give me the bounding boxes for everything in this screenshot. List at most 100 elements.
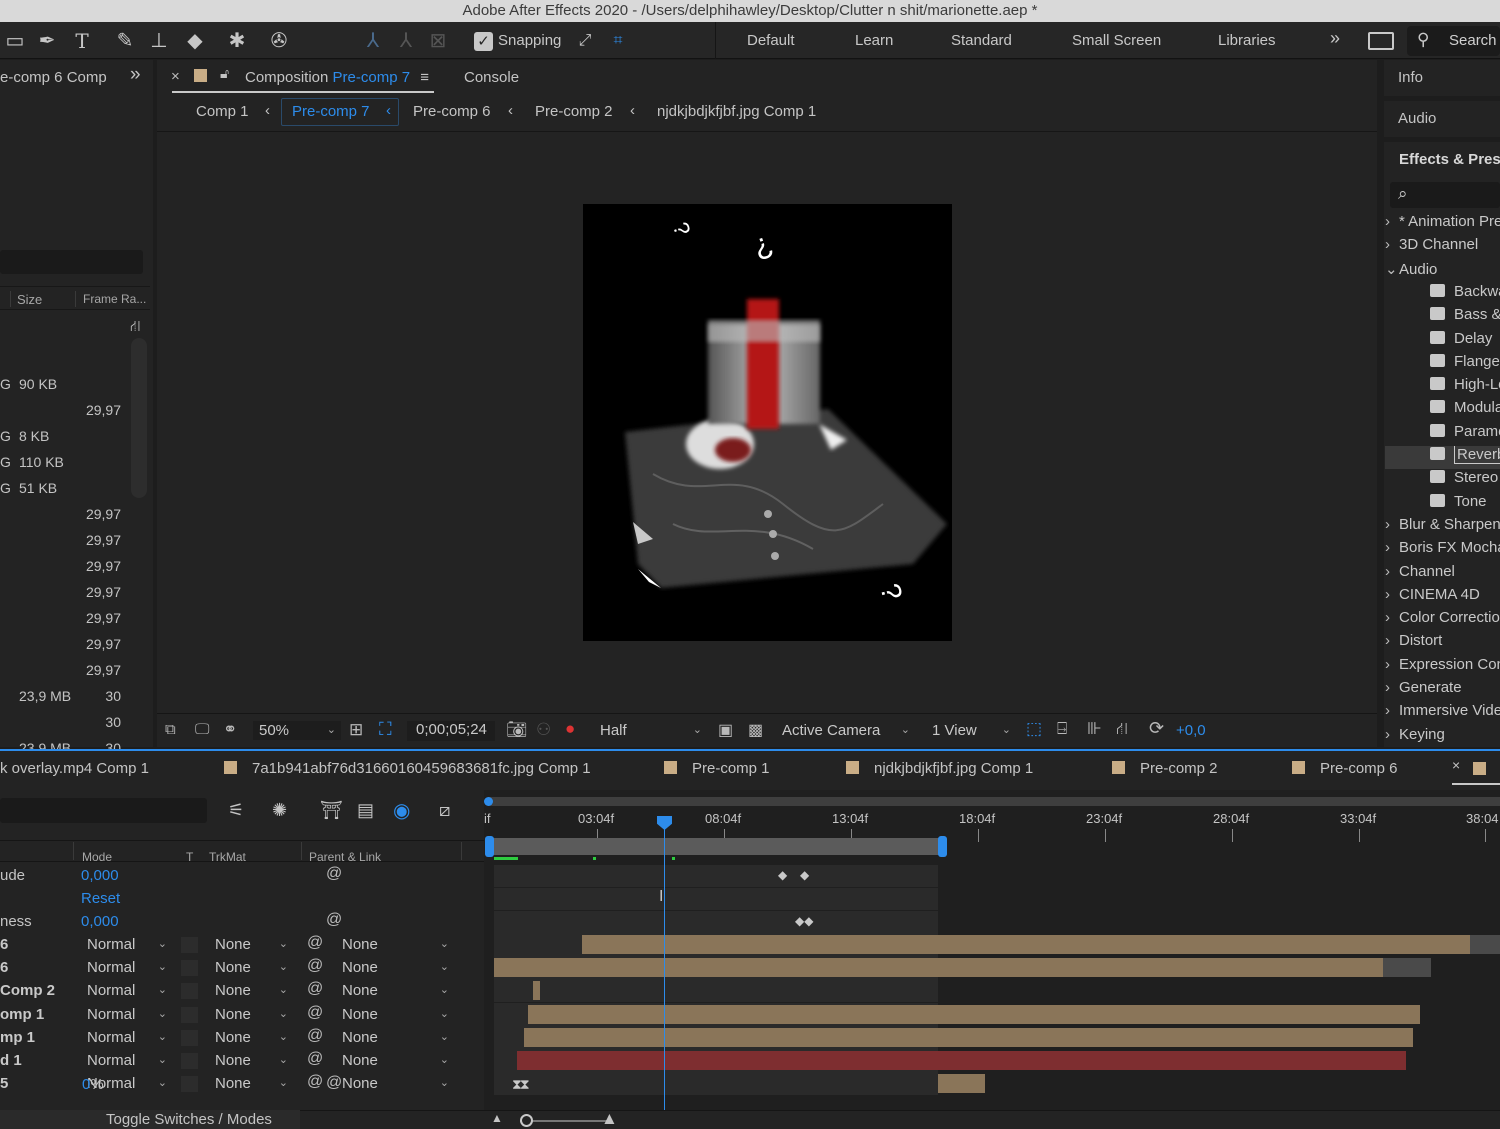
track-matte-select[interactable]: None ⌄: [207, 1051, 293, 1070]
effects-category[interactable]: › Boris FX Mocha: [1385, 539, 1500, 562]
local-axis-mode-icon[interactable]: ⅄: [360, 28, 386, 54]
work-area-start-handle[interactable]: [485, 836, 494, 857]
column-framerate[interactable]: Frame Ra...: [83, 292, 146, 306]
current-time-indicator[interactable]: [664, 820, 665, 1110]
fast-previews-icon[interactable]: ⍈: [1057, 719, 1067, 739]
view-axis-mode-icon[interactable]: ⊠: [425, 28, 451, 54]
preserve-transparency-toggle[interactable]: [181, 1053, 198, 1069]
snap-edges-icon[interactable]: ⤢: [572, 28, 598, 54]
effects-category[interactable]: › Distort: [1385, 632, 1500, 655]
effects-category[interactable]: › CINEMA 4D: [1385, 586, 1500, 609]
keyframe-pair-icon[interactable]: ⧗⧗: [512, 1076, 530, 1093]
preserve-transparency-toggle[interactable]: [181, 1029, 198, 1046]
column-size[interactable]: Size: [17, 292, 42, 307]
layer-row[interactable]: mp 1 Normal ⌄ None ⌄ @ None ⌄: [0, 1026, 484, 1049]
parent-pickwhip-icon[interactable]: @: [307, 980, 323, 998]
time-navigator[interactable]: [488, 797, 1500, 806]
effect-item[interactable]: Delay: [1385, 330, 1500, 353]
brush-tool-icon[interactable]: ✎: [112, 28, 138, 54]
column-parent-link[interactable]: Parent & Link: [309, 850, 381, 864]
project-item-row[interactable]: G 51 KB: [0, 476, 128, 502]
keyframe-icon[interactable]: ◆: [778, 868, 787, 882]
column-t[interactable]: T: [186, 850, 193, 864]
column-trkmat[interactable]: TrkMat: [209, 850, 246, 864]
exposure-value[interactable]: +0,0: [1176, 722, 1206, 739]
layer-duration-bar[interactable]: [524, 1027, 1413, 1047]
parent-pickwhip-icon[interactable]: @: [307, 934, 323, 952]
layer-row[interactable]: Comp 2 Normal ⌄ None ⌄ @ None ⌄: [0, 979, 484, 1002]
help-search-box[interactable]: ⚲ Search: [1407, 26, 1500, 56]
transparency-grid-icon[interactable]: ▩: [748, 720, 763, 740]
blend-mode-select[interactable]: Normal ⌄: [80, 1051, 172, 1070]
project-scrollbar[interactable]: [131, 338, 147, 498]
selection-rect-tool-icon[interactable]: ▭: [2, 28, 28, 54]
layer-duration-bar[interactable]: [533, 981, 540, 1001]
track-matte-select[interactable]: None ⌄: [207, 958, 293, 977]
monitor-icon[interactable]: 🖵︎: [195, 721, 209, 738]
work-area-end-handle[interactable]: [938, 836, 947, 857]
toggle-switches-modes-button[interactable]: Toggle Switches / Modes: [0, 1110, 300, 1129]
breadcrumb-pre-comp-6[interactable]: Pre-comp 6: [413, 103, 491, 120]
parent-select[interactable]: None ⌄: [334, 958, 454, 977]
timeline-tab[interactable]: 7a1b941abf76d31660160459683681fc.jpg Com…: [224, 760, 591, 777]
close-comp-tab-icon[interactable]: ×: [171, 68, 180, 85]
timeline-tab[interactable]: Pre-comp 6: [1292, 760, 1398, 777]
breadcrumb-pre-comp-2[interactable]: Pre-comp 2: [535, 103, 613, 120]
effects-category[interactable]: › Expression Controls: [1385, 656, 1500, 679]
show-snapshot-icon[interactable]: ⚇: [536, 720, 551, 740]
workspace-default[interactable]: Default: [747, 32, 795, 49]
toggle-pixel-aspect-icon[interactable]: ⬚: [1026, 719, 1042, 739]
motion-blur-icon[interactable]: ◉: [393, 798, 410, 823]
blend-mode-select[interactable]: Normal ⌄: [80, 1005, 172, 1024]
project-item-row[interactable]: G 8 KB: [0, 424, 128, 450]
info-panel[interactable]: Info: [1384, 60, 1500, 96]
property-value[interactable]: Reset: [81, 890, 120, 907]
effect-item[interactable]: Modulator: [1385, 399, 1500, 422]
composition-viewer[interactable]: ? ? ?: [583, 204, 952, 641]
panel-overflow-icon[interactable]: »: [130, 64, 141, 86]
parent-select[interactable]: None ⌄: [334, 935, 454, 954]
audio-panel[interactable]: Audio: [1384, 101, 1500, 137]
console-tab[interactable]: Console: [464, 69, 519, 86]
timeline-tab[interactable]: Pre-comp 2: [1112, 760, 1218, 777]
project-item-row[interactable]: 29,97: [0, 658, 128, 684]
effects-category[interactable]: › Color Correction: [1385, 609, 1500, 632]
panel-menu-icon[interactable]: ≡: [420, 69, 429, 86]
effects-category[interactable]: › Generate: [1385, 679, 1500, 702]
layer-row[interactable]: omp 1 Normal ⌄ None ⌄ @ None ⌄: [0, 1003, 484, 1026]
workspace-small-screen[interactable]: Small Screen: [1072, 32, 1161, 49]
resolution-select[interactable]: Half ⌄: [592, 721, 707, 740]
timeline-tab[interactable]: Pre-comp 1: [664, 760, 770, 777]
parent-pickwhip-icon[interactable]: @: [307, 957, 323, 975]
camera-view-select[interactable]: Active Camera ⌄: [775, 721, 915, 740]
keyframe-icon[interactable]: ◆◆: [795, 914, 813, 928]
parent-pickwhip-icon[interactable]: @: [307, 1027, 323, 1045]
expression-pickwhip-icon[interactable]: @: [326, 911, 342, 929]
workspace-standard[interactable]: Standard: [951, 32, 1012, 49]
zoom-out-icon[interactable]: ▲: [491, 1111, 503, 1125]
project-item-row[interactable]: 29,97: [0, 398, 128, 424]
mask-visibility-icon[interactable]: ⚭: [223, 720, 237, 740]
effect-item[interactable]: Reverb: [1385, 446, 1500, 469]
column-mode[interactable]: Mode: [82, 850, 112, 864]
preserve-transparency-toggle[interactable]: [181, 937, 198, 953]
effect-item[interactable]: Stereo Mixer: [1385, 469, 1500, 492]
parent-select[interactable]: None ⌄: [334, 1051, 454, 1070]
project-item-row[interactable]: G 90 KB: [0, 372, 128, 398]
effects-category[interactable]: ⌄Audio: [1385, 260, 1500, 283]
workspace-learn[interactable]: Learn: [855, 32, 893, 49]
effects-search-input[interactable]: ⌕: [1390, 182, 1500, 208]
track-matte-select[interactable]: None ⌄: [207, 1028, 293, 1047]
clone-stamp-tool-icon[interactable]: ⊥: [146, 28, 172, 54]
parent-select[interactable]: None ⌄: [334, 1074, 454, 1093]
blend-mode-select[interactable]: Normal ⌄: [80, 935, 172, 954]
project-tab-label[interactable]: e-comp 6 Comp: [0, 69, 107, 86]
layer-duration-bar[interactable]: [582, 935, 1470, 954]
graph-editor-icon[interactable]: ⧄: [439, 800, 450, 821]
project-search-input[interactable]: [0, 250, 143, 274]
breadcrumb-pre-comp-7[interactable]: Pre-comp 7: [292, 103, 370, 120]
reset-exposure-icon[interactable]: ⟳: [1149, 718, 1164, 739]
draft-3d-icon[interactable]: ✺: [272, 800, 287, 821]
project-item-row[interactable]: 30: [0, 710, 128, 736]
property-value[interactable]: 0,000: [81, 867, 119, 884]
